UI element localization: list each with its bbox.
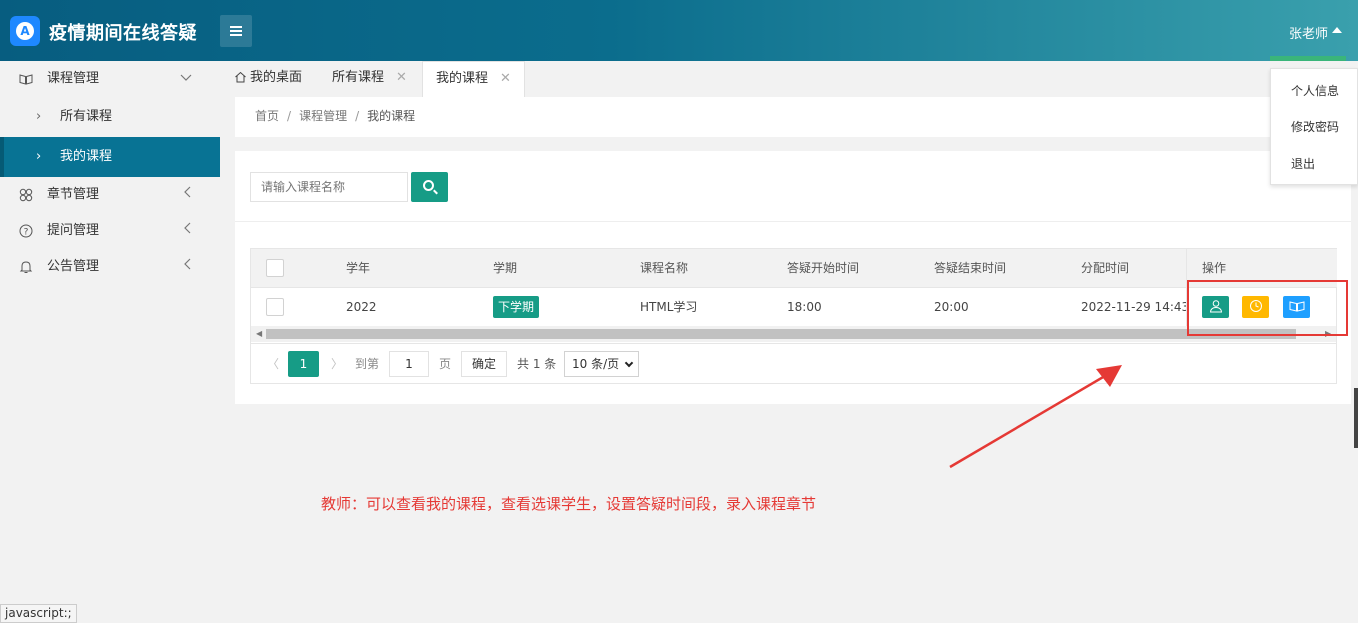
table-row: 2022 下学期 HTML学习 18:00 20:00 2022-11-29 1… (251, 288, 1336, 326)
scroll-left-icon[interactable]: ◀ (256, 329, 262, 338)
tab-desktop[interactable]: 我的桌面 (234, 61, 302, 97)
breadcrumb-home[interactable]: 首页 (255, 109, 279, 123)
sidebar-item-course-management[interactable]: 课程管理 (0, 61, 220, 97)
sidebar-item-label: 所有课程 (60, 109, 113, 124)
chevron-left-icon (184, 213, 192, 249)
top-header: A 疫情期间在线答疑 张老师 (0, 0, 1358, 61)
pagination: 〈 1 〉 到第 1 页 确定 共 1 条 10 条/页 (251, 343, 1336, 383)
search-icon (423, 180, 434, 191)
browser-status-bar: javascript:; (0, 604, 77, 623)
chevron-left-icon (184, 249, 192, 285)
page-size-select[interactable]: 10 条/页 (564, 351, 639, 377)
cell-course-name: HTML学习 (640, 300, 698, 314)
user-menu-indicator (1270, 56, 1346, 61)
course-table: 学年 学期 课程名称 答疑开始时间 答疑结束时间 分配时间 2022 下学期 H… (250, 248, 1337, 384)
caret-up-icon (1332, 27, 1342, 33)
page-1-button[interactable]: 1 (288, 351, 319, 377)
column-header-term: 学期 (493, 261, 518, 275)
column-header-course-name: 课程名称 (640, 261, 689, 275)
prev-page-icon[interactable]: 〈 (267, 351, 279, 377)
tab-label: 我的课程 (436, 71, 489, 86)
hamburger-icon-line (230, 30, 242, 32)
sidebar-item-label: 提问管理 (47, 223, 100, 238)
close-icon[interactable]: ✕ (500, 71, 511, 86)
horizontal-scrollbar[interactable]: ◀ ▶ (251, 326, 1336, 342)
column-header-end-time: 答疑结束时间 (934, 261, 1007, 275)
sidebar-item-label: 章节管理 (47, 187, 100, 202)
scrollbar-thumb[interactable] (266, 329, 1296, 339)
annotation-highlight-box (1187, 280, 1348, 336)
clover-icon (19, 188, 33, 202)
breadcrumb-course-management[interactable]: 课程管理 (299, 109, 347, 123)
tab-bar: 我的桌面 所有课程 ✕ 我的课程 ✕ (220, 61, 1270, 97)
divider (235, 221, 1351, 222)
table-header: 学年 学期 课程名称 答疑开始时间 答疑结束时间 分配时间 (251, 249, 1336, 288)
chevron-right-icon: › (36, 149, 42, 164)
total-count-label: 共 1 条 (517, 357, 557, 371)
page-number-input[interactable]: 1 (389, 351, 429, 377)
page-size-value: 10 条/页 (572, 357, 620, 371)
term-badge: 下学期 (493, 296, 540, 318)
sidebar-item-label: 公告管理 (47, 259, 100, 274)
page-unit-label: 页 (439, 357, 452, 371)
course-list-card: 学年 学期 课程名称 答疑开始时间 答疑结束时间 分配时间 2022 下学期 H… (235, 151, 1351, 404)
tab-my-courses[interactable]: 我的课程 ✕ (422, 61, 525, 97)
cell-assigned-time: 2022-11-29 14:43:3 (1081, 300, 1201, 314)
course-name-search-input[interactable] (250, 172, 408, 202)
sidebar-item-label: 我的课程 (60, 149, 113, 164)
breadcrumb-separator: / (287, 109, 292, 123)
sidebar: 课程管理 › 所有课程 › 我的课程 章节管理 ? 提问管理 公告管理 (0, 61, 220, 623)
annotation-note: 教师：可以查看我的课程，查看选课学生，设置答疑时间段，录入课程章节 (321, 495, 817, 513)
question-icon: ? (19, 224, 33, 238)
home-icon (234, 63, 247, 97)
sidebar-item-label: 课程管理 (47, 71, 100, 86)
row-checkbox[interactable] (266, 298, 284, 316)
sidebar-item-my-courses[interactable]: › 我的课程 (0, 137, 220, 177)
sidebar-item-all-courses[interactable]: › 所有课程 (0, 97, 220, 137)
chevron-down-icon (180, 61, 192, 97)
breadcrumb-separator: / (355, 109, 360, 123)
tab-all-courses[interactable]: 所有课程 ✕ (332, 61, 407, 97)
logo-mark: A (16, 22, 34, 40)
app-title: 疫情期间在线答疑 (49, 23, 197, 44)
chevron-down-icon (624, 358, 634, 368)
app-logo[interactable]: A (10, 16, 40, 46)
tab-label: 我的桌面 (250, 70, 303, 85)
svg-text:?: ? (24, 228, 29, 238)
menu-toggle-button[interactable] (220, 15, 252, 47)
column-header-start-time: 答疑开始时间 (787, 261, 860, 275)
cell-year: 2022 (346, 300, 377, 314)
window-edge (1354, 388, 1358, 448)
chevron-left-icon (184, 177, 192, 213)
user-dropdown-menu: 个人信息 修改密码 退出 (1270, 68, 1358, 185)
breadcrumb-current: 我的课程 (367, 109, 416, 123)
menu-item-logout[interactable]: 退出 (1291, 155, 1315, 172)
breadcrumb: 首页 / 课程管理 / 我的课程 (235, 97, 1351, 137)
book-icon (19, 72, 33, 86)
tab-label: 所有课程 (332, 70, 385, 85)
sidebar-item-notice-management[interactable]: 公告管理 (0, 249, 220, 285)
cell-end-time: 20:00 (934, 300, 969, 314)
select-all-checkbox[interactable] (266, 259, 284, 277)
menu-item-change-password[interactable]: 修改密码 (1291, 118, 1339, 135)
confirm-page-button[interactable]: 确定 (461, 351, 507, 377)
search-button[interactable] (411, 172, 448, 202)
column-header-year: 学年 (346, 261, 371, 275)
menu-item-profile[interactable]: 个人信息 (1291, 82, 1339, 99)
sidebar-item-question-management[interactable]: ? 提问管理 (0, 213, 220, 249)
hamburger-icon-line (230, 34, 242, 36)
hamburger-icon (230, 26, 242, 28)
cell-start-time: 18:00 (787, 300, 822, 314)
sidebar-item-chapter-management[interactable]: 章节管理 (0, 177, 220, 213)
user-menu[interactable]: 张老师 (1289, 23, 1328, 42)
goto-label: 到第 (355, 357, 380, 371)
column-header-assigned-time: 分配时间 (1081, 261, 1130, 275)
bell-icon (19, 260, 33, 274)
close-icon[interactable]: ✕ (396, 70, 407, 85)
next-page-icon[interactable]: 〉 (331, 351, 343, 377)
annotation-arrow (949, 365, 1122, 469)
chevron-right-icon: › (36, 109, 42, 124)
